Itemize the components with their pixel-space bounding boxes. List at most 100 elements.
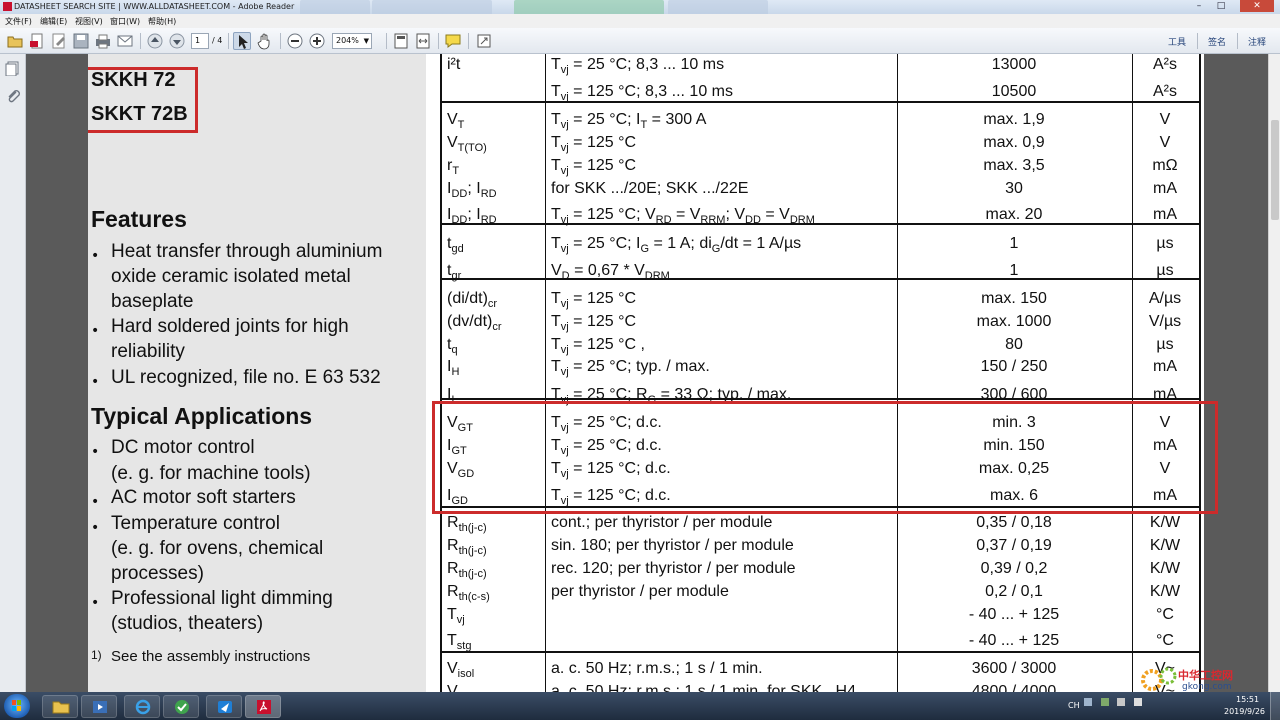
- taskbar-messenger[interactable]: [206, 695, 242, 718]
- vertical-scrollbar[interactable]: [1268, 54, 1280, 692]
- close-button[interactable]: ✕: [1240, 0, 1274, 12]
- input-language[interactable]: CH: [1068, 701, 1080, 720]
- page-total: / 4: [212, 36, 223, 45]
- zoom-level-select[interactable]: 204% ▼: [332, 33, 372, 49]
- show-desktop-button[interactable]: [1270, 692, 1280, 720]
- sign-pane-button[interactable]: 签名: [1208, 35, 1226, 48]
- bullet-icon: •: [91, 248, 100, 264]
- print-icon[interactable]: [94, 32, 112, 50]
- taskbar-internet-explorer[interactable]: [124, 695, 160, 718]
- footnote-marker: 1): [91, 648, 102, 662]
- parameter-unit: V: [1159, 134, 1171, 151]
- menu-help[interactable]: 帮助(H): [148, 16, 176, 27]
- start-button[interactable]: [4, 694, 30, 718]
- pdf-page: SKKH 72 SKKT 72B Features • Heat transfe…: [88, 54, 1204, 692]
- parameter-value: max. 1,9: [983, 111, 1045, 128]
- network-icon[interactable]: [1117, 698, 1126, 706]
- parameter-symbol: i²t: [447, 56, 461, 73]
- tray-icon[interactable]: [1100, 698, 1109, 706]
- taskbar-browser[interactable]: [163, 695, 199, 718]
- open-icon[interactable]: [6, 32, 24, 50]
- background-tab: [300, 0, 370, 14]
- parameter-value: max. 150: [981, 290, 1047, 307]
- volume-icon[interactable]: [1133, 698, 1142, 706]
- taskbar: CH 15:51 2019/9/26: [0, 692, 1280, 720]
- fit-width-icon[interactable]: [414, 32, 432, 50]
- parameter-symbol: Visol: [447, 660, 475, 680]
- parameter-symbol: rT: [447, 157, 460, 177]
- toolbar: 1 / 4 204% ▼ 工具 签名 注释: [0, 28, 1280, 54]
- toolbar-separator: [1197, 33, 1198, 49]
- folder-icon: [52, 701, 70, 714]
- application-item-line: Temperature control: [111, 513, 280, 534]
- highlight-box-gate-trigger: [432, 401, 1218, 514]
- comment-tool-icon[interactable]: [444, 32, 462, 50]
- zoom-out-icon[interactable]: [286, 32, 304, 50]
- parameter-unit: mA: [1153, 206, 1177, 223]
- tools-pane-button[interactable]: 工具: [1168, 35, 1186, 48]
- application-item-line: (e. g. for machine tools): [111, 463, 311, 484]
- feature-item-line: baseplate: [111, 291, 194, 312]
- scrollbar-thumb[interactable]: [1271, 120, 1279, 220]
- zoom-level-value: 204%: [336, 36, 359, 45]
- fullscreen-icon[interactable]: [475, 32, 493, 50]
- fit-page-icon[interactable]: [392, 32, 410, 50]
- parameter-unit: A²s: [1153, 83, 1177, 100]
- parameter-symbol: tq: [447, 336, 458, 356]
- background-tab: [668, 0, 768, 14]
- footnote-text: See the assembly instructions: [111, 648, 311, 665]
- parameter-unit: mA: [1153, 180, 1177, 197]
- save-icon[interactable]: [72, 32, 90, 50]
- zoom-in-icon[interactable]: [308, 32, 326, 50]
- background-tab: [514, 0, 664, 14]
- parameter-symbol: VT(TO): [447, 134, 487, 154]
- menu-edit[interactable]: 编辑(E): [40, 16, 67, 27]
- toolbar-separator: [1237, 33, 1238, 49]
- adobe-reader-icon: [257, 700, 271, 714]
- application-item-line: processes): [111, 563, 204, 584]
- parameter-value: 0,39 / 0,2: [980, 560, 1048, 577]
- parameter-unit: A/µs: [1148, 290, 1182, 307]
- select-tool-icon[interactable]: [233, 32, 251, 50]
- parameter-unit: µs: [1156, 336, 1174, 353]
- parameter-unit: °C: [1156, 606, 1174, 623]
- test-condition: rec. 120; per thyristor / per module: [551, 560, 796, 577]
- parameter-unit: K/W: [1149, 514, 1181, 531]
- menu-view[interactable]: 视图(V): [75, 16, 103, 27]
- test-condition: for SKK .../20E; SKK .../22E: [551, 180, 749, 197]
- messenger-icon: [218, 701, 232, 713]
- system-tray-icons[interactable]: [1084, 698, 1184, 720]
- previous-page-icon[interactable]: [146, 32, 164, 50]
- parameter-symbol: IDD; IRD: [447, 206, 497, 226]
- applications-heading: Typical Applications: [91, 403, 313, 429]
- email-icon[interactable]: [116, 32, 134, 50]
- next-page-icon[interactable]: [168, 32, 186, 50]
- maximize-button[interactable]: □: [1210, 0, 1232, 12]
- edit-icon[interactable]: [50, 32, 68, 50]
- menu-window[interactable]: 窗口(W): [110, 16, 140, 27]
- attachments-icon[interactable]: [5, 88, 21, 104]
- parameter-symbol: IDD; IRD: [447, 180, 497, 200]
- page-number-input[interactable]: 1: [191, 33, 209, 49]
- page-thumbnails-icon[interactable]: [5, 60, 21, 77]
- parameter-unit: mΩ: [1152, 157, 1178, 174]
- minimize-button[interactable]: –: [1188, 0, 1210, 12]
- bullet-icon: •: [91, 520, 100, 536]
- taskbar-adobe-reader[interactable]: [245, 695, 281, 718]
- comment-pane-button[interactable]: 注释: [1248, 35, 1266, 48]
- model-name: SKKH 72: [91, 69, 176, 91]
- hand-tool-icon[interactable]: [256, 32, 274, 50]
- taskbar-media-player[interactable]: [81, 695, 117, 718]
- create-pdf-icon[interactable]: [28, 32, 46, 50]
- internet-explorer-icon: [135, 699, 151, 715]
- clock-date[interactable]: 2019/9/26: [1224, 707, 1265, 720]
- taskbar-explorer[interactable]: [42, 695, 78, 718]
- parameter-symbol: Visol: [447, 683, 474, 692]
- toolbar-separator: [386, 33, 387, 49]
- browser-icon: [175, 700, 189, 714]
- test-condition: Tvj = 125 °C: [551, 157, 637, 177]
- parameter-value: max. 3,5: [983, 157, 1045, 174]
- tray-icon[interactable]: [1084, 698, 1092, 706]
- menu-file[interactable]: 文件(F): [5, 16, 32, 27]
- watermark-url: gkong.com: [1182, 682, 1232, 692]
